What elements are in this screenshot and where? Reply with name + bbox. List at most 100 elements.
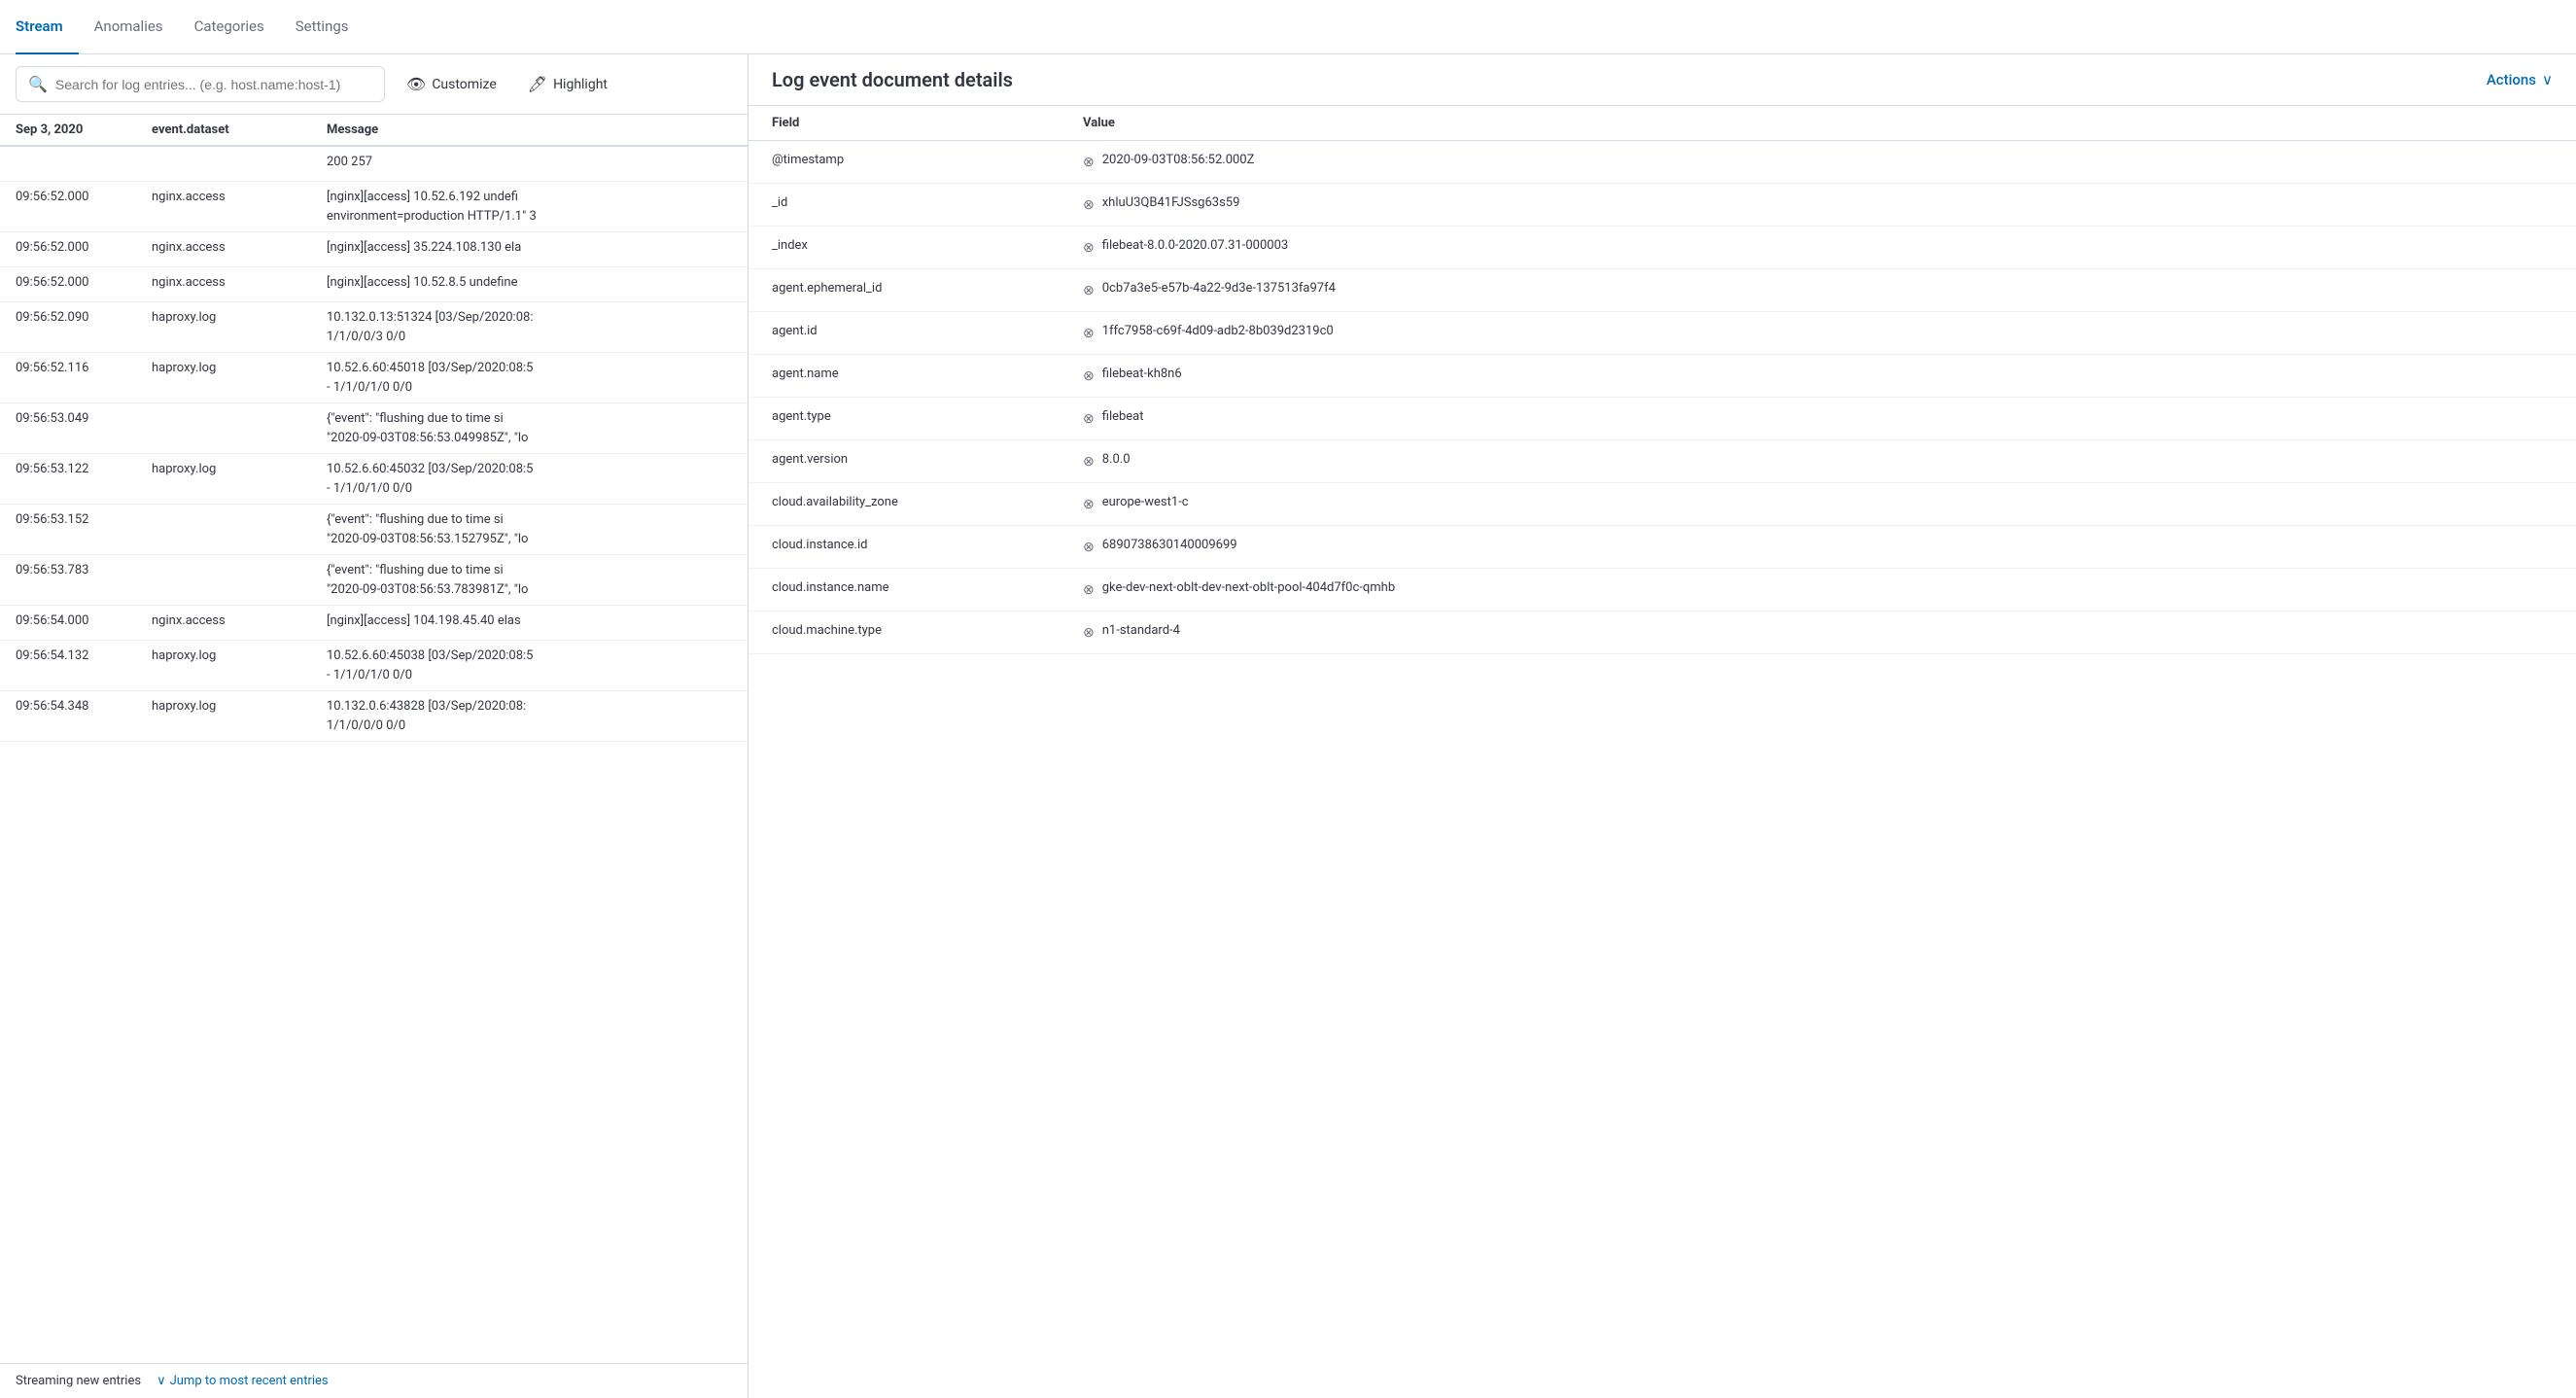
table-row[interactable]: 200 257 (0, 147, 748, 182)
log-rows: 200 25709:56:52.000nginx.access[nginx][a… (0, 147, 748, 742)
field-value-text: 6890738630140009699 (1102, 536, 1237, 555)
tab-stream[interactable]: Stream (16, 0, 79, 54)
field-value-text: filebeat-8.0.0-2020.07.31-000003 (1102, 236, 1288, 256)
field-value: ⊗filebeat-kh8n6 (1083, 365, 2553, 387)
log-message: 10.52.6.60:45032 [03/Sep/2020:08:5 - 1/1… (327, 460, 732, 498)
field-value-text: gke-dev-next-oblt-dev-next-oblt-pool-404… (1102, 578, 1395, 598)
customize-icon: 👁 (406, 75, 426, 93)
field-name: cloud.instance.name (772, 578, 1083, 595)
main-layout: 🔍 👁 Customize 🖊 Highlight Sep 3, 2020 ev… (0, 54, 2576, 1398)
copy-icon[interactable]: ⊗ (1083, 324, 1095, 344)
right-panel-header: Log event document details Actions ∨ (748, 54, 2576, 106)
field-column-header: Field (772, 116, 1083, 130)
copy-icon[interactable]: ⊗ (1083, 623, 1095, 644)
list-item[interactable]: agent.name⊗filebeat-kh8n6 (748, 355, 2576, 398)
field-name: cloud.availability_zone (772, 493, 1083, 509)
log-time: 09:56:52.090 (16, 308, 152, 325)
log-dataset: haproxy.log (152, 359, 327, 375)
log-message: [nginx][access] 104.198.45.40 elas (327, 612, 732, 631)
right-panel: Log event document details Actions ∨ Fie… (748, 54, 2576, 1398)
log-time: 09:56:53.049 (16, 409, 152, 426)
highlight-button[interactable]: 🖊 Highlight (518, 69, 617, 99)
highlight-label: Highlight (553, 77, 608, 92)
log-dataset: haproxy.log (152, 308, 327, 325)
log-dataset: nginx.access (152, 238, 327, 255)
list-item[interactable]: agent.version⊗ 8.0.0 (748, 440, 2576, 483)
field-value: ⊗xhluU3QB41FJSsg63s59 (1083, 193, 2553, 216)
table-row[interactable]: 09:56:54.348haproxy.log10.132.0.6:43828 … (0, 691, 748, 742)
log-message: 10.132.0.13:51324 [03/Sep/2020:08: 1/1/0… (327, 308, 732, 346)
log-time: 09:56:54.132 (16, 647, 152, 663)
search-icon: 🔍 (28, 75, 48, 93)
table-row[interactable]: 09:56:53.152{"event": "flushing due to t… (0, 505, 748, 555)
copy-icon[interactable]: ⊗ (1083, 495, 1095, 515)
copy-icon[interactable]: ⊗ (1083, 409, 1095, 430)
field-name: agent.id (772, 322, 1083, 338)
field-value-text: europe-west1-c (1102, 493, 1189, 512)
copy-icon[interactable]: ⊗ (1083, 367, 1095, 387)
table-row[interactable]: 09:56:52.090haproxy.log10.132.0.13:51324… (0, 302, 748, 353)
log-message: {"event": "flushing due to time si "2020… (327, 409, 732, 447)
search-input[interactable] (55, 77, 372, 92)
list-item[interactable]: _index⊗ filebeat-8.0.0-2020.07.31-000003 (748, 227, 2576, 269)
list-item[interactable]: agent.id⊗1ffc7958-c69f-4d09-adb2-8b039d2… (748, 312, 2576, 355)
list-item[interactable]: cloud.instance.id⊗6890738630140009699 (748, 526, 2576, 569)
log-dataset (152, 153, 327, 155)
field-name: agent.version (772, 450, 1083, 467)
search-input-wrapper[interactable]: 🔍 (16, 66, 385, 102)
search-bar: 🔍 👁 Customize 🖊 Highlight (0, 54, 748, 115)
field-name: _index (772, 236, 1083, 253)
table-row[interactable]: 09:56:54.000nginx.access[nginx][access] … (0, 606, 748, 641)
table-row[interactable]: 09:56:53.783{"event": "flushing due to t… (0, 555, 748, 606)
log-message: [nginx][access] 10.52.6.192 undefi envir… (327, 188, 732, 226)
table-row[interactable]: 09:56:52.000nginx.access[nginx][access] … (0, 232, 748, 267)
table-row[interactable]: 09:56:53.049 {"event": "flushing due to t… (0, 403, 748, 454)
copy-icon[interactable]: ⊗ (1083, 238, 1095, 259)
log-message: 200 257 (327, 153, 732, 172)
copy-icon[interactable]: ⊗ (1083, 195, 1095, 216)
customize-button[interactable]: 👁 Customize (397, 69, 506, 99)
list-item[interactable]: cloud.machine.type⊗n1-standard-4 (748, 612, 2576, 654)
value-column-header: Value (1083, 116, 2553, 130)
details-table: Field Value @timestamp⊗2020-09-03T08:56:… (748, 106, 2576, 1398)
copy-icon[interactable]: ⊗ (1083, 281, 1095, 301)
list-item[interactable]: @timestamp⊗2020-09-03T08:56:52.000Z (748, 141, 2576, 184)
date-column-header: Sep 3, 2020 (16, 122, 152, 137)
table-row[interactable]: 09:56:53.122haproxy.log10.52.6.60:45032 … (0, 454, 748, 505)
list-item[interactable]: agent.ephemeral_id⊗0cb7a3e5-e57b-4a22-9d… (748, 269, 2576, 312)
copy-icon[interactable]: ⊗ (1083, 153, 1095, 173)
chevron-down-icon: ∨ (2542, 71, 2553, 88)
log-time: 09:56:54.348 (16, 697, 152, 714)
highlight-icon: 🖊 (528, 75, 547, 93)
streaming-label: Streaming new entries (16, 1374, 141, 1388)
actions-button[interactable]: Actions ∨ (2487, 71, 2553, 88)
log-time: 09:56:52.000 (16, 238, 152, 255)
copy-icon[interactable]: ⊗ (1083, 538, 1095, 558)
list-item[interactable]: agent.type⊗filebeat (748, 398, 2576, 440)
actions-label: Actions (2487, 71, 2536, 88)
field-value: ⊗ 6890738630140009699 (1083, 536, 2553, 558)
log-time: 09:56:54.000 (16, 612, 152, 628)
field-name: agent.type (772, 407, 1083, 424)
tab-categories[interactable]: Categories (179, 0, 280, 54)
field-name: agent.ephemeral_id (772, 279, 1083, 296)
log-table: Sep 3, 2020 event.dataset Message 200 25… (0, 115, 748, 1363)
jump-to-recent-link[interactable]: ∨ Jump to most recent entries (157, 1374, 329, 1388)
streaming-footer: Streaming new entries ∨ Jump to most rec… (0, 1363, 748, 1398)
table-row[interactable]: 09:56:52.116haproxy.log10.52.6.60:45018 … (0, 353, 748, 403)
table-row[interactable]: 09:56:52.000nginx.access[nginx][access] … (0, 267, 748, 302)
copy-icon[interactable]: ⊗ (1083, 452, 1095, 472)
list-item[interactable]: cloud.instance.name⊗ gke-dev-next-oblt-de… (748, 569, 2576, 612)
list-item[interactable]: cloud.availability_zone⊗ europe-west1-c (748, 483, 2576, 526)
chevron-down-icon: ∨ (157, 1374, 166, 1388)
tab-anomalies[interactable]: Anomalies (79, 0, 179, 54)
field-value-text: 8.0.0 (1102, 450, 1131, 470)
details-header: Field Value (748, 106, 2576, 141)
tab-settings[interactable]: Settings (280, 0, 365, 54)
table-row[interactable]: 09:56:52.000nginx.access[nginx][access] … (0, 182, 748, 232)
log-dataset (152, 510, 327, 512)
copy-icon[interactable]: ⊗ (1083, 580, 1095, 601)
table-row[interactable]: 09:56:54.132haproxy.log10.52.6.60:45038 … (0, 641, 748, 691)
message-column-header: Message (327, 122, 732, 137)
list-item[interactable]: _id⊗xhluU3QB41FJSsg63s59 (748, 184, 2576, 227)
